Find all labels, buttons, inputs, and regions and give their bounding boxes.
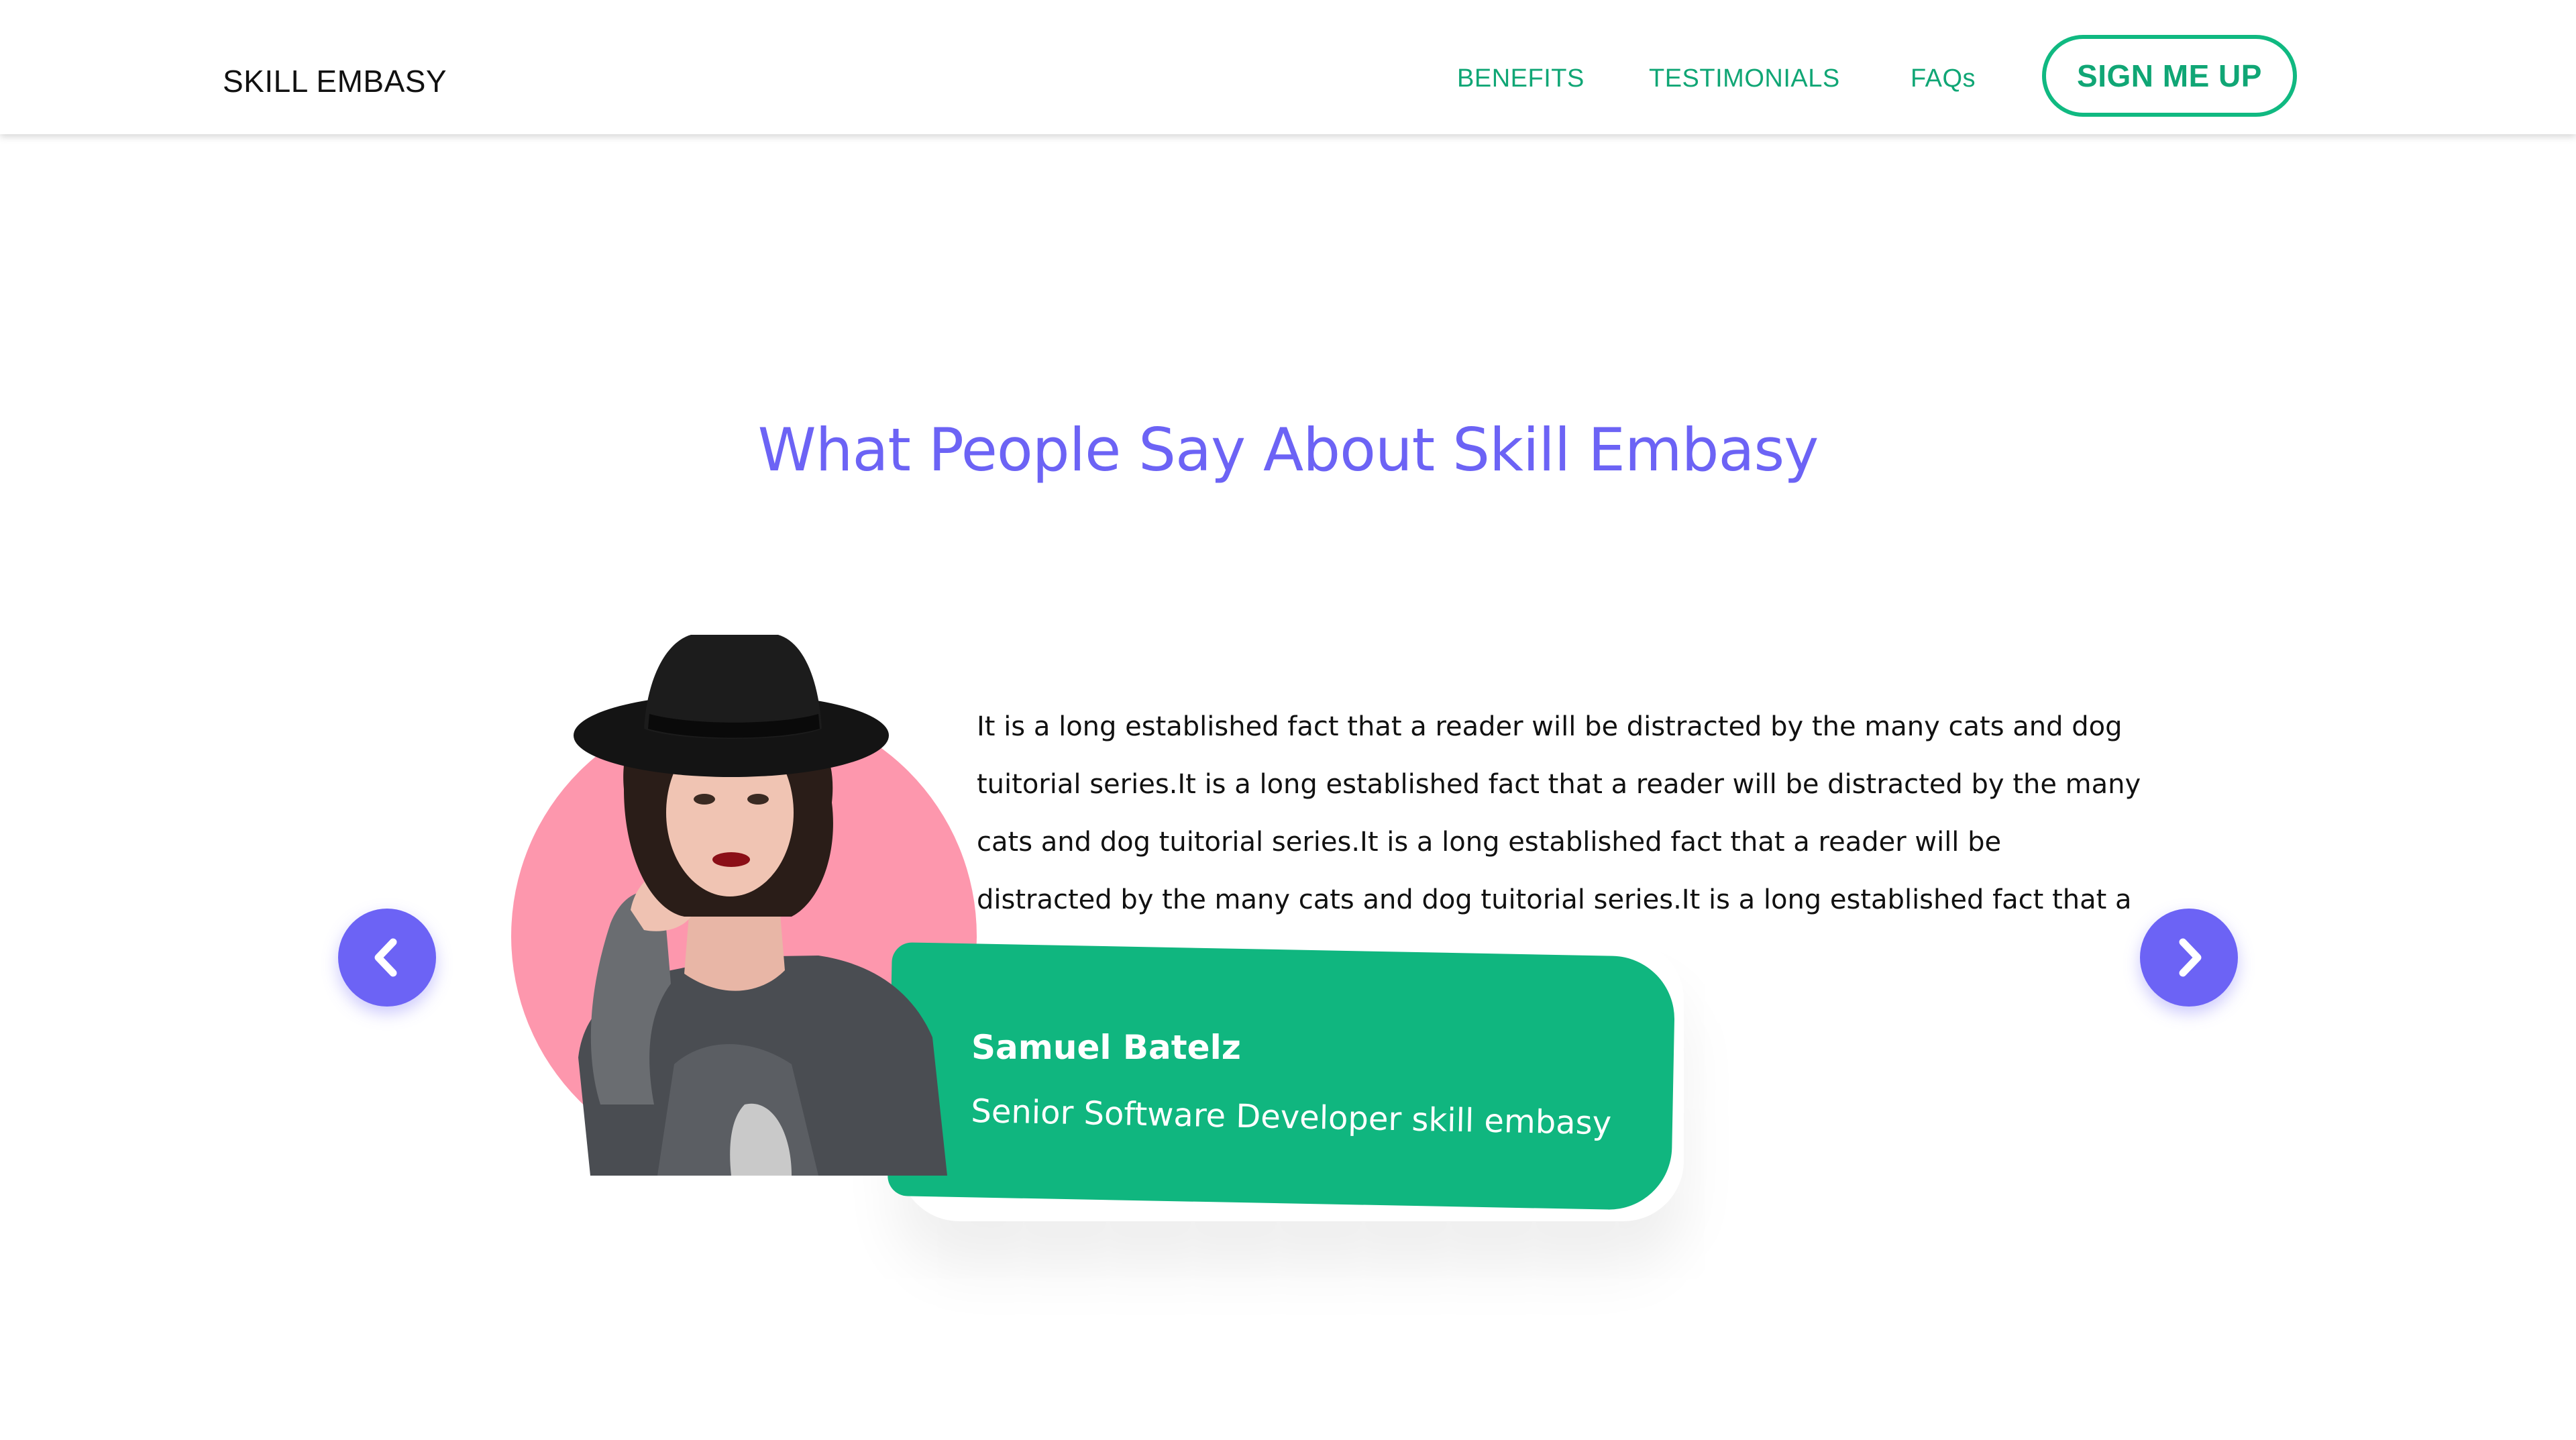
chevron-right-icon bbox=[2179, 938, 2202, 977]
testimonial-avatar bbox=[574, 635, 947, 1176]
quote-line: cats and dog tuitorial series.It is a lo… bbox=[977, 827, 2002, 858]
previous-testimonial-button[interactable] bbox=[338, 909, 436, 1007]
section-title: What People Say About Skill Embasy bbox=[757, 415, 1819, 484]
nav-link-testimonials[interactable]: TESTIMONIALS bbox=[1649, 66, 1840, 91]
name-card bbox=[887, 942, 1676, 1211]
next-testimonial-button[interactable] bbox=[2140, 909, 2238, 1007]
nav-link-benefits[interactable]: BENEFITS bbox=[1457, 66, 1585, 91]
person-name: Samuel Batelz bbox=[971, 1028, 1241, 1067]
brand-logo[interactable]: SKILL EMBASY bbox=[223, 66, 447, 97]
quote-line: tuitorial series.It is a long establishe… bbox=[977, 769, 2141, 800]
testimonial-quote: It is a long established fact that a rea… bbox=[977, 698, 2141, 929]
quote-line: distracted by the many cats and dog tuit… bbox=[977, 884, 2132, 915]
nav-link-faqs[interactable]: FAQs bbox=[1911, 66, 1976, 91]
quote-line: It is a long established fact that a rea… bbox=[977, 711, 2123, 742]
chevron-left-icon bbox=[374, 938, 397, 977]
sign-me-up-button[interactable]: SIGN ME UP bbox=[2042, 35, 2297, 117]
navbar: SKILL EMBASY BENEFITS TESTIMONIALS FAQs … bbox=[0, 0, 2576, 134]
